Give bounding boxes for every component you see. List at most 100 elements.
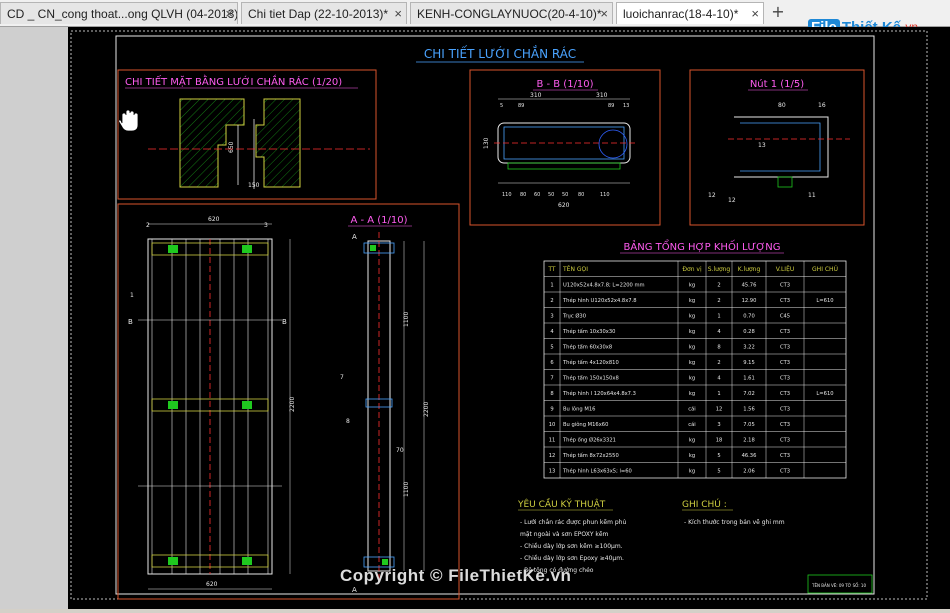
- section-bb: B - B (1/10) 310 310 5 89 89 13 130 110 …: [469, 69, 661, 226]
- table-cell: kg: [689, 391, 695, 397]
- tab-cd-cn-cong-thoat[interactable]: CD _ CN_cong thoat...ong QLVH (04-2013)*…: [0, 2, 238, 24]
- table-cell: kg: [689, 469, 695, 475]
- bb-dim-b0: 110: [502, 192, 512, 198]
- table-cell: 4: [717, 329, 721, 335]
- aa-dim-1100b: 1100: [403, 482, 410, 497]
- front-dim-height: 2200: [289, 397, 296, 412]
- table-cell: 0.28: [743, 329, 755, 335]
- note-title: GHI CHÚ :: [682, 498, 727, 510]
- table-cell: CT3: [780, 453, 790, 459]
- leader-label-8: 8: [346, 418, 350, 425]
- tab-label: CD _ CN_cong thoat...ong QLVH (04-2013)*: [7, 7, 238, 21]
- close-icon[interactable]: ×: [751, 3, 759, 24]
- technical-requirements: YÊU CẦU KỸ THUẬT - Lưới chắn rác được ph…: [517, 497, 626, 574]
- bb-dim-89b: 89: [608, 103, 614, 109]
- note-line-1: - Kích thước trong bản vẽ ghi mm: [684, 519, 785, 526]
- table-cell: 0.70: [743, 314, 755, 320]
- leader-label-2: 2: [146, 222, 150, 229]
- table-cell: 9.15: [743, 360, 755, 366]
- table-cell: Thép tấm 4x120x810: [562, 359, 619, 366]
- table-cell: 3: [550, 314, 553, 320]
- table-cell: 4: [550, 329, 554, 335]
- table-cell: kg: [689, 329, 695, 335]
- nut-dim-13: 13: [758, 142, 766, 149]
- table-cell: Thép tấm 10x30x30: [562, 328, 615, 335]
- table-cell: C45: [780, 314, 790, 320]
- plan-dim-150: 150: [248, 182, 260, 189]
- front-dim-top: 620: [208, 216, 220, 223]
- tab-luoichanrac[interactable]: luoichanrac(18-4-10)* ×: [616, 2, 764, 24]
- table-cell: 2.18: [743, 438, 755, 444]
- req-line-3: - Chiều dày lớp sơn kẽm ≥100µm.: [520, 542, 623, 550]
- table-cell: cái: [688, 406, 695, 413]
- table-cell: 7.05: [743, 422, 755, 428]
- close-icon[interactable]: ×: [225, 3, 233, 24]
- table-cell: kg: [689, 438, 695, 444]
- table-cell: Thép tấm 150x150x8: [562, 375, 619, 382]
- leader-label-1: 1: [130, 292, 134, 299]
- table-cell: CT3: [780, 438, 790, 444]
- table-cell: CT3: [780, 345, 790, 351]
- cut-label-a-top: A: [352, 233, 357, 241]
- req-title: YÊU CẦU KỸ THUẬT: [517, 497, 606, 510]
- aa-title: A - A (1/10): [350, 215, 407, 226]
- nut-dim-16: 16: [818, 102, 826, 109]
- nut-dim-11: 11: [808, 192, 816, 199]
- table-cell: CT3: [780, 376, 790, 382]
- bb-dim-b4: 50: [562, 192, 568, 198]
- drawing-canvas[interactable]: CHI TIẾT LƯỚI CHẮN RÁC CHI TIẾT MẶT BẰNG…: [68, 27, 950, 609]
- table-cell: 1.61: [743, 376, 755, 382]
- table-header-cell: S.lượng: [708, 266, 731, 273]
- table-header-cell: GHI CHÚ: [812, 266, 838, 273]
- front-elevation: 620 2200 620 B B 1 2 3: [117, 203, 460, 600]
- nut-dim-12a: 12: [708, 192, 716, 199]
- stamp-text: TÊN BẢN VẼ: 09 TỜ SỐ: 10: [811, 583, 866, 588]
- table-cell: CT3: [780, 391, 790, 397]
- table-cell: CT3: [780, 422, 790, 428]
- nut-title: Nút 1 (1/5): [750, 78, 804, 90]
- table-cell: kg: [689, 314, 695, 320]
- table-cell: Thép hình I 120x64x4.8x7.3: [562, 390, 636, 397]
- table-cell: kg: [689, 283, 695, 289]
- table-cell: 2: [717, 283, 720, 289]
- table-cell: CT3: [780, 329, 790, 335]
- bb-dim-b1: 80: [520, 192, 526, 198]
- bb-dim-13: 13: [623, 103, 629, 109]
- section-aa: A - A (1/10) 1100 1100 2200 70 A A 7 8: [340, 215, 430, 594]
- table-cell: cái: [688, 421, 695, 428]
- table-cell: 11: [549, 438, 556, 444]
- plan-title: CHI TIẾT MẶT BẰNG LƯỚI CHẮN RÁC (1/20): [125, 74, 342, 88]
- table-cell: 46.36: [742, 453, 757, 459]
- table-cell: 18: [716, 438, 723, 444]
- bb-dim-310b: 310: [596, 92, 608, 99]
- table-cell: CT3: [780, 469, 790, 475]
- table-cell: Thép hình U120x52x4.8x7.8: [562, 297, 637, 304]
- main-title: CHI TIẾT LƯỚI CHẮN RÁC: [424, 45, 576, 61]
- bb-dim-b3: 50: [548, 192, 554, 198]
- table-cell: kg: [689, 360, 695, 366]
- table-cell: 6: [550, 360, 553, 366]
- nut-dim-80: 80: [778, 102, 786, 109]
- add-tab-button[interactable]: +: [768, 4, 788, 22]
- plan-dim-650: 650: [228, 141, 235, 153]
- close-icon[interactable]: ×: [394, 3, 402, 24]
- bb-dim-310a: 310: [530, 92, 542, 99]
- bb-dim-b5: 80: [578, 192, 584, 198]
- table-cell: 12: [716, 407, 723, 413]
- table-cell: 8: [717, 345, 720, 351]
- table-cell: 4: [717, 376, 721, 382]
- table-cell: 1: [717, 391, 720, 397]
- table-cell: 2.06: [743, 469, 755, 475]
- table-cell: Thép tấm 60x30x8: [562, 344, 612, 351]
- tab-kenh-conglaynuoc[interactable]: KENH-CONGLAYNUOC(20-4-10)* ×: [410, 2, 613, 24]
- close-icon[interactable]: ×: [600, 3, 608, 24]
- bb-dim-5: 5: [500, 103, 503, 109]
- req-line-4: - Chiều dày lớp sơn Epoxy ≥40µm.: [520, 554, 624, 562]
- table-cell: 5: [717, 453, 720, 459]
- table-cell: 5: [717, 469, 720, 475]
- aa-dim-70: 70: [396, 447, 404, 454]
- notes: GHI CHÚ : - Kích thước trong bản vẽ ghi …: [682, 498, 785, 526]
- table-cell: Thép hình L63x63x5; l=60: [562, 468, 632, 475]
- plan-detail: CHI TIẾT MẶT BẰNG LƯỚI CHẮN RÁC (1/20) 6…: [117, 69, 377, 200]
- tab-chi-tiet-dap[interactable]: Chi tiet Dap (22-10-2013)* ×: [241, 2, 407, 24]
